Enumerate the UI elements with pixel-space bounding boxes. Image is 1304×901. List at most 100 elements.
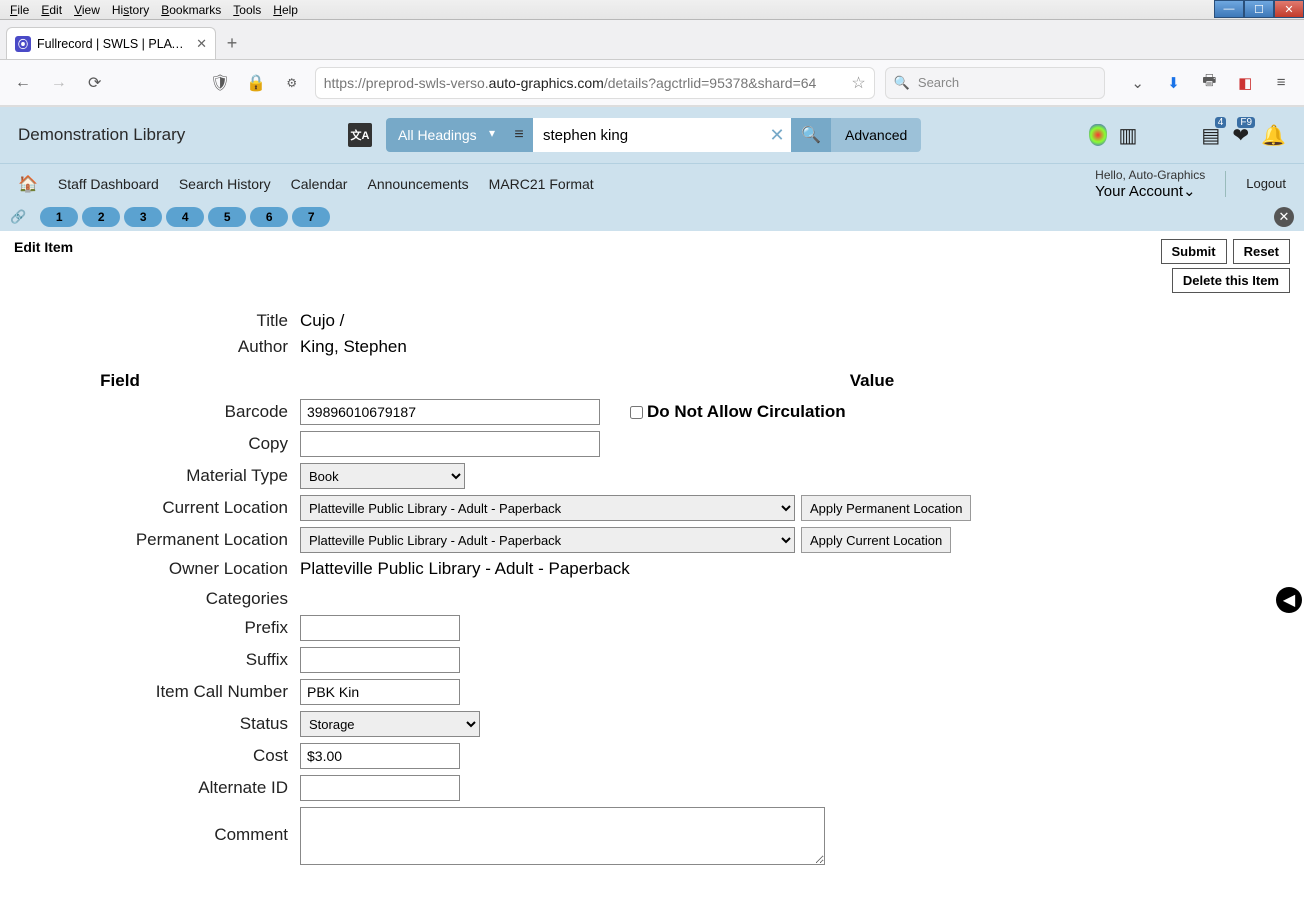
search-icon: 🔍: [894, 75, 910, 91]
crumb-1[interactable]: 1: [40, 207, 78, 227]
back-button[interactable]: ←: [10, 70, 36, 96]
nav-announcements[interactable]: Announcements: [367, 176, 468, 192]
ownerloc-value: Platteville Public Library - Adult - Pap…: [300, 559, 630, 579]
calln-label: Item Call Number: [30, 682, 300, 702]
material-select[interactable]: Book: [300, 463, 465, 489]
copy-input[interactable]: [300, 431, 600, 457]
nav-staff-dashboard[interactable]: Staff Dashboard: [58, 176, 159, 192]
menu-file[interactable]: File: [4, 1, 35, 19]
comment-label: Comment: [30, 807, 300, 845]
close-crumbs-icon[interactable]: ✕: [1274, 207, 1294, 227]
apply-permanent-button[interactable]: Apply Permanent Location: [801, 495, 971, 521]
cost-input[interactable]: [300, 743, 460, 769]
apply-current-button[interactable]: Apply Current Location: [801, 527, 951, 553]
print-icon[interactable]: 🖶: [1196, 70, 1222, 96]
headings-select[interactable]: All Headings: [386, 118, 505, 152]
browser-tab[interactable]: ⦿ Fullrecord | SWLS | PLATT | Autc ✕: [6, 27, 216, 59]
browser-tabbar: ⦿ Fullrecord | SWLS | PLATT | Autc ✕ +: [0, 20, 1304, 60]
categories-label: Categories: [30, 589, 300, 609]
ownerloc-label: Owner Location: [30, 559, 300, 579]
list-icon[interactable]: ▤4: [1201, 123, 1220, 148]
brand-title: Demonstration Library: [18, 125, 348, 145]
bookmark-star-icon[interactable]: ☆: [851, 73, 865, 93]
your-account-link[interactable]: Your Account⌄: [1095, 182, 1205, 200]
crumb-6[interactable]: 6: [250, 207, 288, 227]
address-bar[interactable]: https://preprod-swls-verso.auto-graphics…: [315, 67, 875, 99]
barcode-input[interactable]: [300, 399, 600, 425]
home-icon[interactable]: 🏠: [18, 174, 38, 194]
crumb-3[interactable]: 3: [124, 207, 162, 227]
new-tab-button[interactable]: +: [216, 27, 248, 59]
tab-close-icon[interactable]: ✕: [196, 36, 207, 52]
window-maximize-button[interactable]: ☐: [1244, 0, 1274, 18]
menu-bookmarks[interactable]: Bookmarks: [155, 1, 227, 19]
no-circ-checkbox[interactable]: [630, 406, 643, 419]
scan-icon[interactable]: ▥: [1119, 123, 1138, 148]
menu-help[interactable]: Help: [267, 1, 304, 19]
permloc-select[interactable]: Platteville Public Library - Adult - Pap…: [300, 527, 795, 553]
nav-search-history[interactable]: Search History: [179, 176, 271, 192]
downloads-icon[interactable]: ⬇: [1161, 70, 1187, 96]
altid-label: Alternate ID: [30, 778, 300, 798]
form-scroll-area[interactable]: TitleCujo / AuthorKing, Stephen FieldVal…: [0, 301, 1304, 891]
reload-button[interactable]: ⟳: [82, 70, 108, 96]
menu-tools[interactable]: Tools: [227, 1, 267, 19]
status-label: Status: [30, 714, 300, 734]
crumb-2[interactable]: 2: [82, 207, 120, 227]
author-value: King, Stephen: [300, 337, 407, 357]
status-select[interactable]: Storage: [300, 711, 480, 737]
hamburger-icon[interactable]: ≡: [1268, 70, 1294, 96]
field-header: Field: [30, 371, 300, 391]
action-row: Edit Item Submit Reset Delete this Item: [0, 231, 1304, 301]
menu-view[interactable]: View: [68, 1, 106, 19]
permloc-label: Permanent Location: [30, 530, 300, 550]
crumb-4[interactable]: 4: [166, 207, 204, 227]
nav-marc21[interactable]: MARC21 Format: [489, 176, 594, 192]
logout-link[interactable]: Logout: [1246, 176, 1286, 191]
breadcrumb-bar: 🔗 1 2 3 4 5 6 7 ✕: [0, 203, 1304, 231]
shield-icon[interactable]: 🛡: [207, 70, 233, 96]
app-header: Demonstration Library 文A All Headings ≡ …: [0, 107, 1304, 163]
catalog-search-input[interactable]: [533, 118, 763, 152]
clear-search-icon[interactable]: ✕: [763, 118, 791, 152]
reset-button[interactable]: Reset: [1233, 239, 1290, 264]
crumb-5[interactable]: 5: [208, 207, 246, 227]
balloon-icon[interactable]: [1089, 124, 1107, 146]
suffix-input[interactable]: [300, 647, 460, 673]
search-button[interactable]: 🔍: [791, 118, 831, 152]
collapse-panel-icon[interactable]: ◀: [1276, 587, 1302, 613]
window-close-button[interactable]: ✕: [1274, 0, 1304, 18]
submit-button[interactable]: Submit: [1161, 239, 1227, 264]
browser-search-box[interactable]: 🔍 Search: [885, 67, 1105, 99]
delete-item-button[interactable]: Delete this Item: [1172, 268, 1290, 293]
author-label: Author: [30, 337, 300, 357]
prefix-input[interactable]: [300, 615, 460, 641]
bell-icon[interactable]: 🔔: [1261, 123, 1286, 148]
calln-input[interactable]: [300, 679, 460, 705]
nav-row: 🏠 Staff Dashboard Search History Calenda…: [0, 163, 1304, 203]
comment-textarea[interactable]: [300, 807, 825, 865]
nav-calendar[interactable]: Calendar: [291, 176, 348, 192]
advanced-search-button[interactable]: Advanced: [831, 118, 921, 152]
menu-edit[interactable]: Edit: [35, 1, 68, 19]
curloc-select[interactable]: Platteville Public Library - Adult - Pap…: [300, 495, 795, 521]
heart-icon[interactable]: ❤F9: [1232, 123, 1249, 148]
browser-menubar: File Edit View History Bookmarks Tools H…: [0, 0, 1304, 20]
extension-icon[interactable]: ◧: [1232, 70, 1258, 96]
altid-input[interactable]: [300, 775, 460, 801]
cost-label: Cost: [30, 746, 300, 766]
page-content: Demonstration Library 文A All Headings ≡ …: [0, 106, 1304, 901]
link-icon[interactable]: 🔗: [10, 209, 26, 225]
crumb-7[interactable]: 7: [292, 207, 330, 227]
permissions-icon[interactable]: ⚙: [279, 70, 305, 96]
url-text: https://preprod-swls-verso.auto-graphics…: [324, 75, 846, 91]
curloc-label: Current Location: [30, 498, 300, 518]
pocket-icon[interactable]: ⌄: [1125, 70, 1151, 96]
database-icon[interactable]: ≡: [505, 118, 533, 152]
window-minimize-button[interactable]: —: [1214, 0, 1244, 18]
menu-history[interactable]: History: [106, 1, 155, 19]
forward-button[interactable]: →: [46, 70, 72, 96]
translate-icon[interactable]: 文A: [348, 123, 372, 147]
title-label: Title: [30, 311, 300, 331]
suffix-label: Suffix: [30, 650, 300, 670]
